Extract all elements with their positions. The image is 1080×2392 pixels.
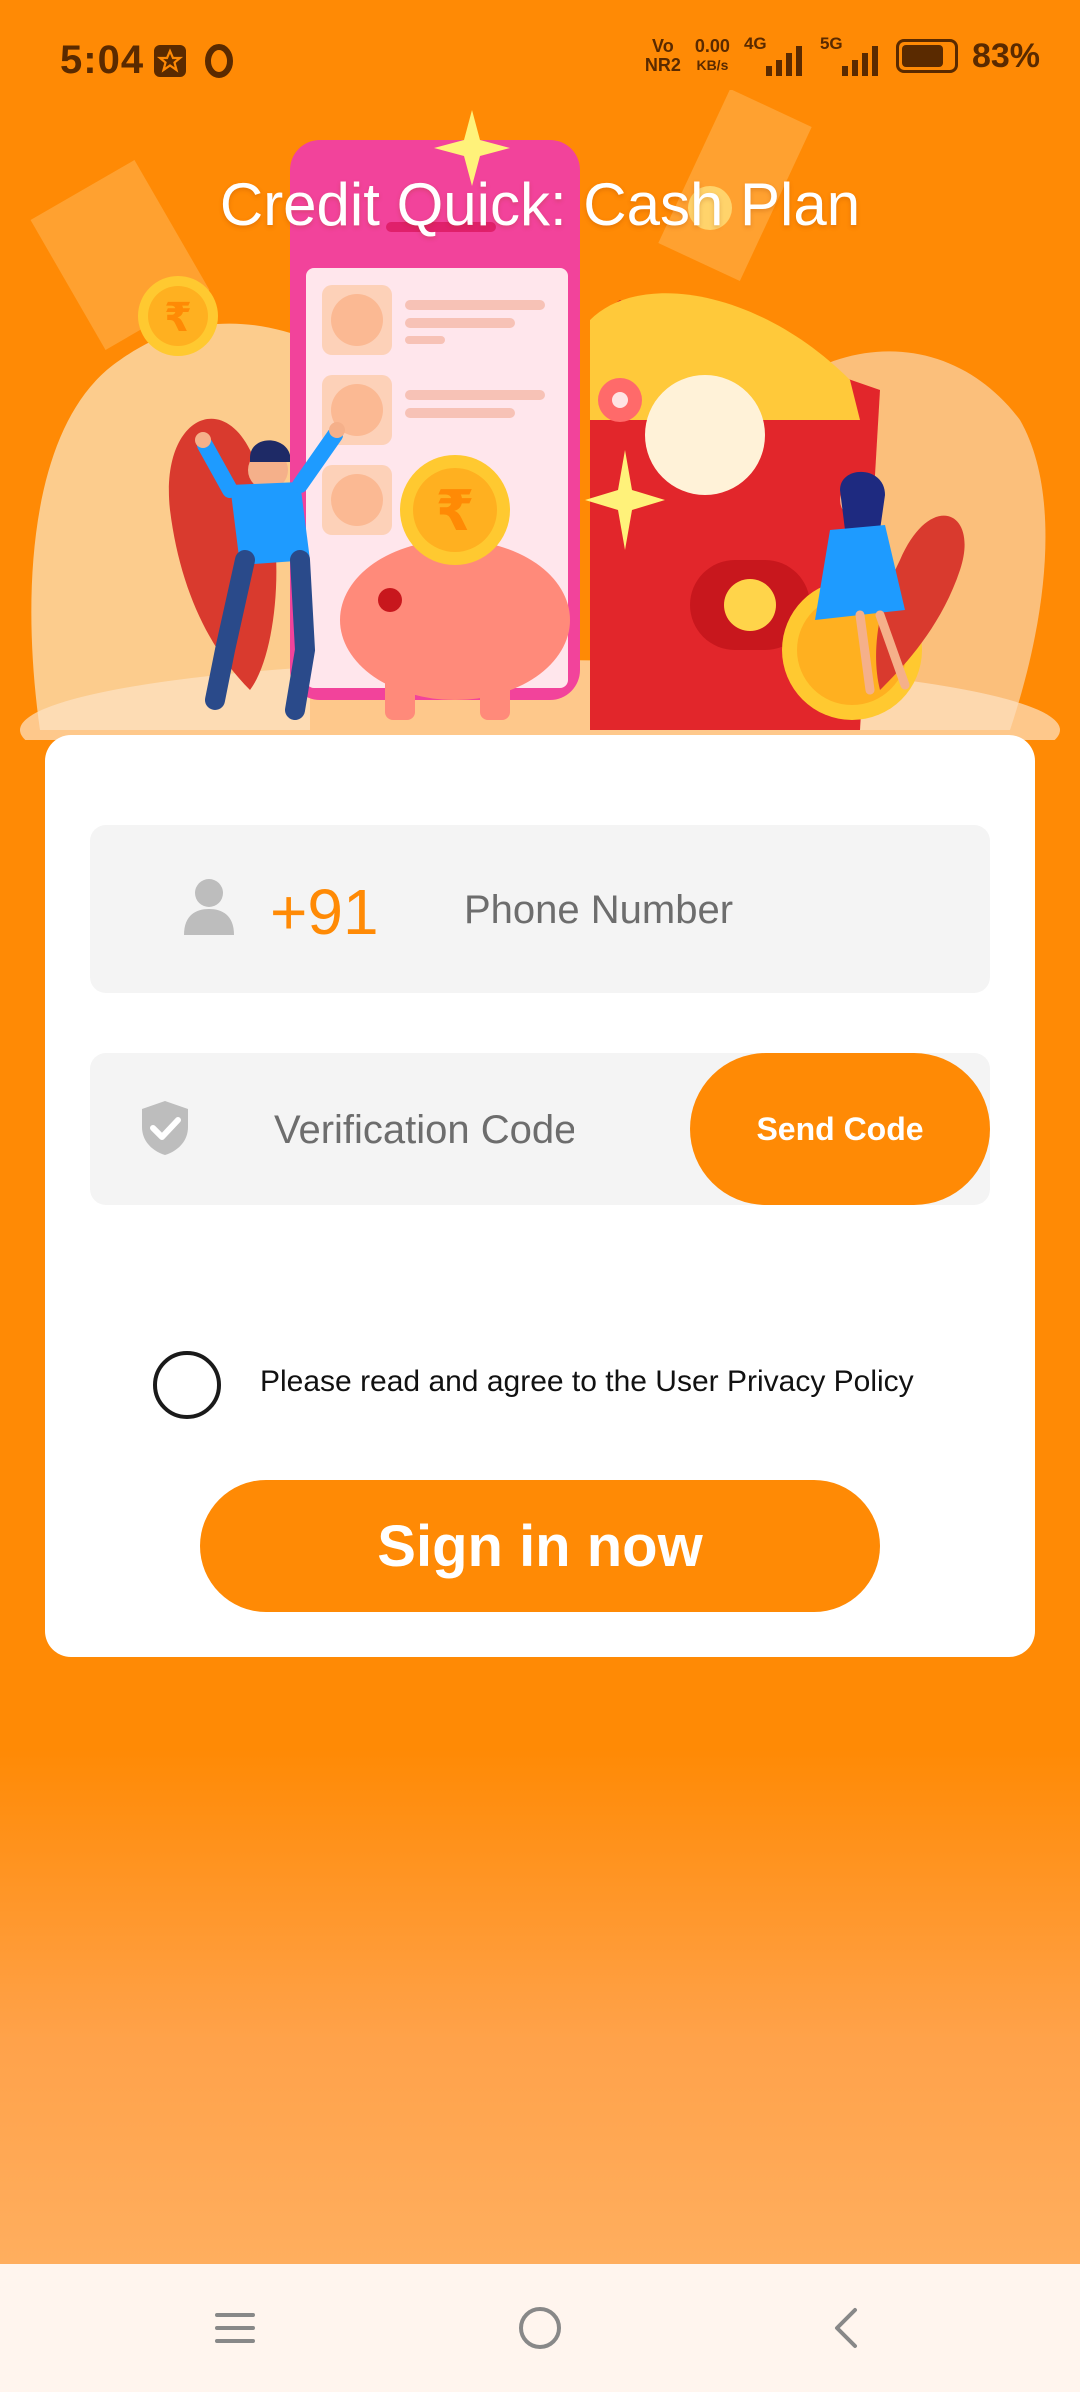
signal-5g-icon: 5G	[820, 34, 882, 76]
battery-icon	[895, 39, 958, 73]
user-icon	[184, 879, 234, 935]
back-icon	[835, 2308, 857, 2348]
battery-level	[901, 45, 944, 67]
back-button[interactable]	[805, 2292, 885, 2364]
phone-list-item	[322, 465, 392, 535]
verification-code-input[interactable]	[272, 1085, 576, 1175]
policy-agree-radio[interactable]	[153, 1351, 221, 1419]
svg-text:₹: ₹	[436, 479, 475, 544]
navigation-bar	[0, 2264, 1080, 2392]
phone-number-input[interactable]	[462, 865, 946, 955]
login-card: +91 Send Code Please read and agree to t…	[45, 735, 1035, 1657]
network-speed: 0.00 KB/s	[694, 36, 730, 74]
country-code: +91	[270, 876, 379, 948]
policy-text[interactable]: Please read and agree to the User Privac…	[260, 1365, 914, 1399]
app-notification-icon	[154, 45, 186, 77]
app-title: Credit Quick: Cash Plan	[219, 171, 861, 238]
home-button[interactable]	[500, 2292, 580, 2364]
battery-percent: 83%	[971, 36, 1040, 75]
shield-check-icon	[142, 1101, 188, 1155]
menu-button[interactable]	[195, 2292, 275, 2364]
home-icon	[519, 2307, 561, 2349]
verification-field[interactable]: Send Code	[90, 1053, 990, 1205]
signal-4g-icon: 4G	[744, 34, 806, 76]
volte-indicator: Vo NR2	[644, 36, 681, 75]
rupee-coin: ₹	[400, 455, 510, 565]
phone-field[interactable]: +91	[90, 825, 990, 993]
status-indicators: Vo NR2 0.00 KB/s 4G 5G 83%	[644, 34, 1040, 76]
sign-in-button[interactable]: Sign in now	[200, 1480, 880, 1612]
o-app-icon	[205, 44, 233, 78]
menu-icon	[215, 2313, 255, 2343]
send-code-button[interactable]: Send Code	[690, 1053, 990, 1205]
rupee-coin: ₹	[138, 276, 218, 356]
status-time: 5:04	[60, 38, 145, 82]
svg-text:₹: ₹	[164, 295, 192, 341]
